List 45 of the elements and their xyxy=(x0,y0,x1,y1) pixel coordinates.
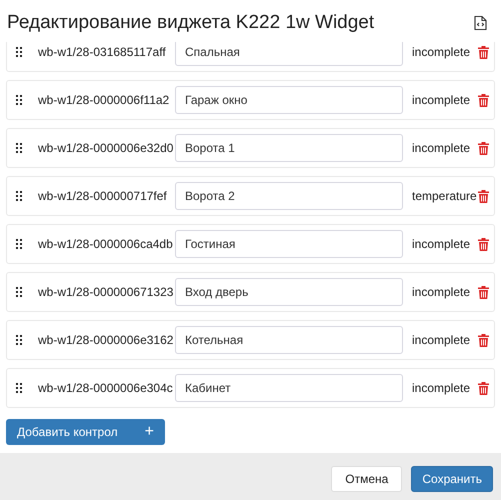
drag-handle-icon[interactable] xyxy=(16,287,22,297)
trash-icon[interactable] xyxy=(478,46,489,58)
drag-handle-icon[interactable] xyxy=(16,143,22,153)
drag-handle-icon[interactable] xyxy=(16,191,22,201)
control-type: temperature xyxy=(412,188,478,205)
trash-icon[interactable] xyxy=(478,286,489,298)
control-id: wb-w1/28-0000006f11a2 xyxy=(38,92,170,109)
trash-icon[interactable] xyxy=(478,190,489,202)
control-name-field[interactable]: Ворота 2 xyxy=(175,182,403,210)
control-type: incomplete xyxy=(412,332,472,349)
control-name-field[interactable]: Гостиная xyxy=(175,230,403,258)
control-id: wb-w1/28-000000717fef xyxy=(38,188,168,205)
drag-handle-icon[interactable] xyxy=(16,239,22,249)
trash-icon[interactable] xyxy=(478,94,489,106)
control-type: incomplete xyxy=(412,284,472,301)
control-name-field[interactable]: Ворота 1 xyxy=(175,134,403,162)
control-type: incomplete xyxy=(412,140,472,157)
trash-icon[interactable] xyxy=(478,334,489,346)
trash-icon[interactable] xyxy=(478,382,489,394)
control-id: wb-w1/28-000000671323 xyxy=(38,284,174,301)
save-button[interactable]: Сохранить xyxy=(411,466,493,492)
drag-handle-icon[interactable] xyxy=(16,383,22,393)
code-file-icon[interactable] xyxy=(474,15,487,31)
add-control-button[interactable]: Добавить контрол + xyxy=(6,419,165,445)
control-id: wb-w1/28-0000006e3162 xyxy=(38,332,174,349)
control-type: incomplete xyxy=(412,92,472,109)
control-name-field[interactable]: Спальная xyxy=(175,42,403,66)
control-name-field[interactable]: Гараж окно xyxy=(175,86,403,114)
control-id: wb-w1/28-0000006e32d0 xyxy=(38,140,174,157)
dialog-title: Редактирование виджета K222 1w Widget xyxy=(7,10,374,35)
control-type: incomplete xyxy=(412,236,472,253)
control-name-field[interactable]: Вход дверь xyxy=(175,278,403,306)
control-type: incomplete xyxy=(412,44,472,61)
control-name-field[interactable]: Котельная xyxy=(175,326,403,354)
drag-handle-icon[interactable] xyxy=(16,335,22,345)
drag-handle-icon[interactable] xyxy=(16,95,22,105)
control-id: wb-w1/28-031685117aff xyxy=(38,44,167,61)
cancel-button[interactable]: Отмена xyxy=(331,466,402,492)
control-id: wb-w1/28-0000006ca4db xyxy=(38,236,174,253)
control-id: wb-w1/28-0000006e304c xyxy=(38,380,174,397)
control-name-field[interactable]: Кабинет xyxy=(175,374,403,402)
trash-icon[interactable] xyxy=(478,238,489,250)
trash-icon[interactable] xyxy=(478,142,489,154)
control-type: incomplete xyxy=(412,380,472,397)
drag-handle-icon[interactable] xyxy=(16,47,22,57)
